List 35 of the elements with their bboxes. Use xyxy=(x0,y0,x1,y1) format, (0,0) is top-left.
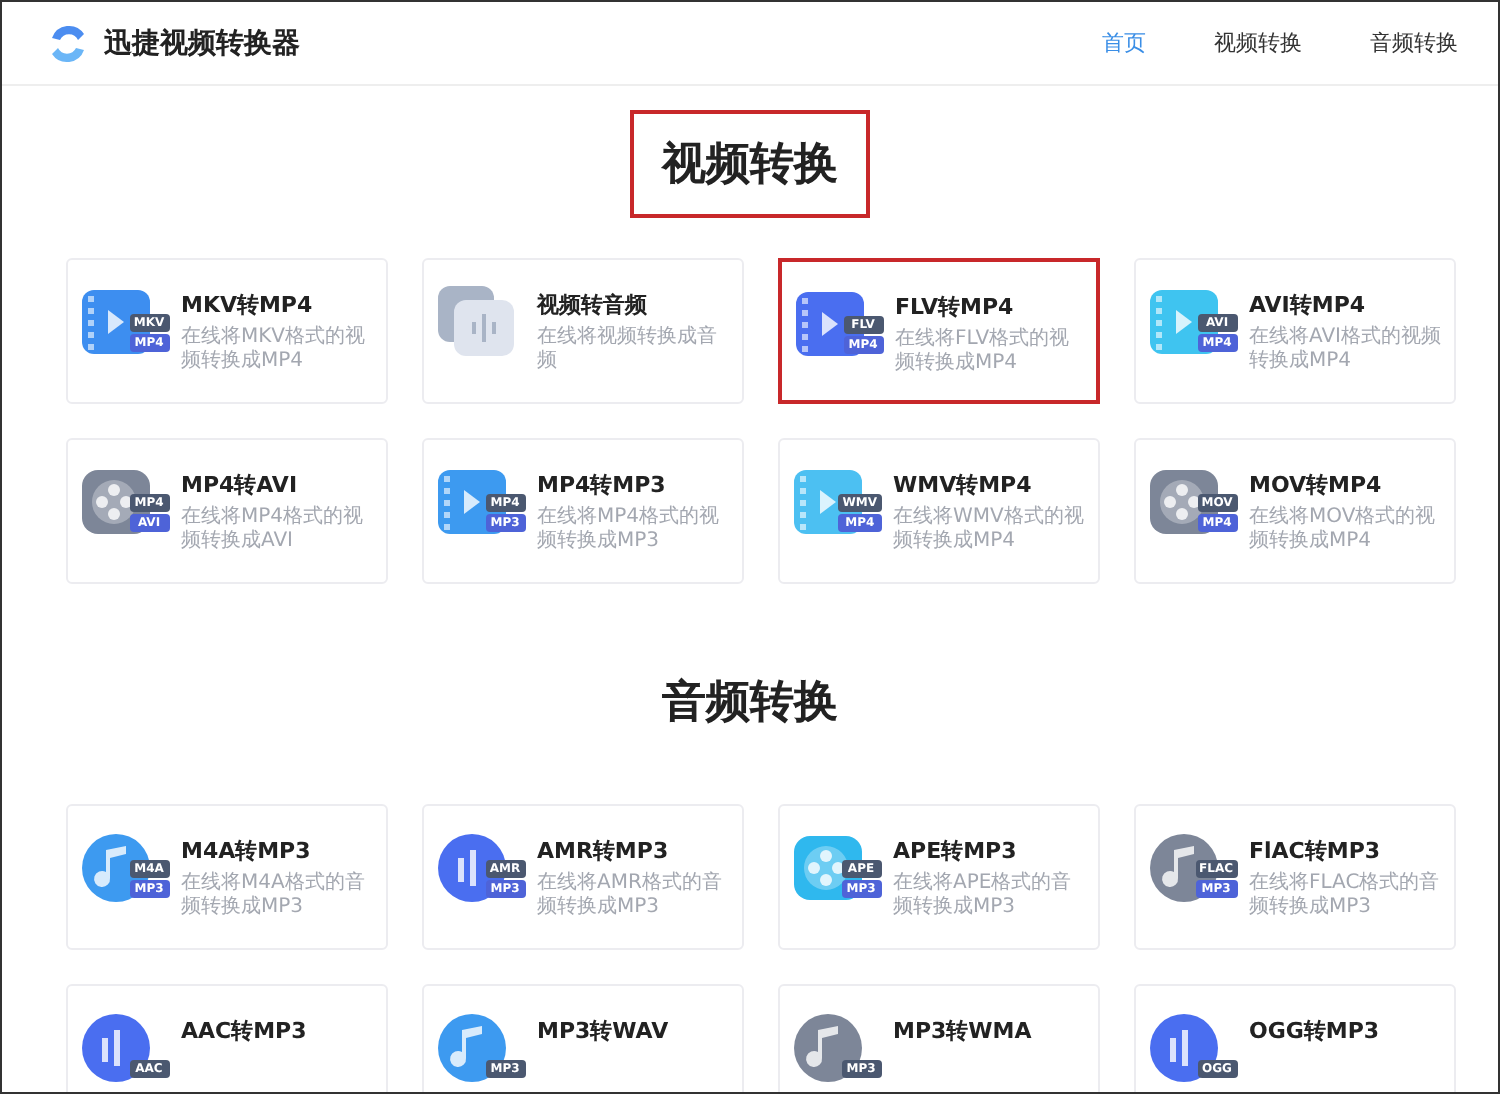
card-description: 在线将WMV格式的视频转换成MP4 xyxy=(893,506,1085,552)
converter-card[interactable]: 视频转音频 在线将视频转换成音频 xyxy=(421,258,743,404)
card-description: 在线将FLV格式的视频转换成MP4 xyxy=(895,328,1072,374)
nav-link[interactable]: 视频转换 xyxy=(1214,28,1302,58)
section-title: 音频转换 xyxy=(660,675,840,732)
card-description: 在线将MP4格式的视频转换成MP3 xyxy=(537,506,722,552)
card-title: MP3转WMA xyxy=(893,1016,1032,1046)
card-title: WMV转MP4 xyxy=(893,470,1034,500)
card-title: M4A转MP3 xyxy=(181,836,313,866)
card-title: MOV转MP4 xyxy=(1249,470,1384,500)
logo-icon xyxy=(46,21,90,65)
card-title: MP3转WAV xyxy=(537,1016,669,1046)
card-description: 在线将APE格式的音频转换成MP3 xyxy=(893,872,1074,918)
card-description: 在线将AVI格式的视频转换成MP4 xyxy=(1249,326,1441,372)
card-title: MP4转MP3 xyxy=(537,470,668,500)
card-description: 在线将M4A格式的音频转换成MP3 xyxy=(181,872,367,918)
section-title: 视频转换 xyxy=(630,110,870,218)
card-description: 在线将MP4格式的视频转换成AVI xyxy=(181,506,366,552)
card-title: OGG转MP3 xyxy=(1249,1016,1380,1046)
card-description: 在线将MOV格式的视频转换成MP4 xyxy=(1249,506,1438,552)
card-title: AMR转MP3 xyxy=(537,836,671,866)
card-title: MKV转MP4 xyxy=(181,290,315,320)
nav-link[interactable]: 音频转换 xyxy=(1370,28,1458,58)
card-title: APE转MP3 xyxy=(893,836,1019,866)
card-description: 在线将MKV格式的视频转换成MP4 xyxy=(181,326,368,372)
card-title: 视频转音频 xyxy=(537,290,649,320)
brand-name: 迅捷视频转换器 xyxy=(104,25,300,61)
card-description: 在线将AMR格式的音频转换成MP3 xyxy=(537,872,724,918)
card-description: 在线将FLAC格式的音频转换成MP3 xyxy=(1249,872,1441,918)
card-title: FlAC转MP3 xyxy=(1249,836,1383,866)
card-title: AAC转MP3 xyxy=(181,1016,307,1046)
card-title: FLV转MP4 xyxy=(895,292,1016,322)
card-description: 在线将视频转换成音频 xyxy=(537,326,719,372)
card-title: MP4转AVI xyxy=(181,470,300,500)
card-title: AVI转MP4 xyxy=(1249,290,1368,320)
